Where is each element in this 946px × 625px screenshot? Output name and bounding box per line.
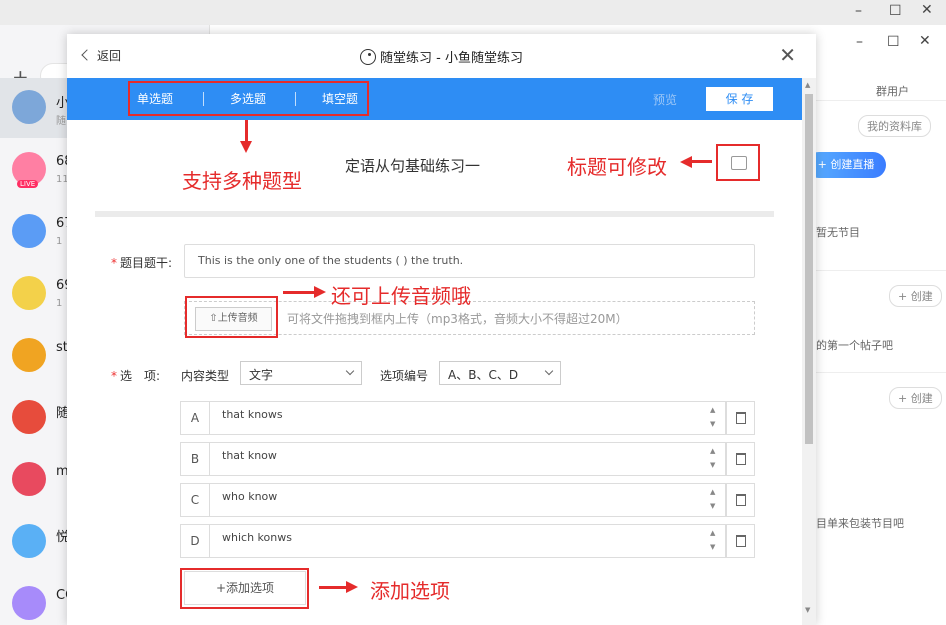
avatar	[12, 586, 46, 620]
trash-icon	[736, 412, 746, 424]
preview-button[interactable]: 预览	[653, 91, 677, 108]
save-button[interactable]: 保 存	[706, 87, 773, 111]
title-bar: – ☐ ✕	[0, 0, 946, 25]
quiz-title: 定语从句基础练习一	[345, 157, 481, 175]
annotation-arrow	[690, 160, 712, 163]
practice-editor-dialog: 返回 随堂练习 - 小鱼随堂练习 ✕ 单选题 多选题 填空题 预览 保 存 ▲ …	[67, 34, 816, 625]
divider	[816, 100, 946, 101]
option-input[interactable]: which konws	[210, 524, 726, 558]
numbering-select[interactable]: A、B、C、D	[439, 361, 561, 385]
avatar	[12, 338, 46, 372]
avatar	[12, 524, 46, 558]
numbering-label: 选项编号	[380, 369, 429, 383]
group-users-label[interactable]: 群用户	[876, 83, 909, 99]
annotation-box-add	[180, 568, 309, 609]
option-row: Bthat know ▲ ▼	[180, 442, 755, 476]
delete-option-button[interactable]	[726, 442, 755, 476]
scrollbar-thumb[interactable]	[805, 94, 813, 444]
annotation-types: 支持多种题型	[182, 169, 302, 193]
create-button[interactable]: + 创建	[889, 387, 942, 409]
annotation-box-title	[716, 144, 760, 181]
chat-preview: 1	[56, 298, 63, 309]
option-input[interactable]: that knows	[210, 401, 726, 435]
spinner-icon[interactable]: ▲ ▼	[710, 403, 715, 431]
annotation-arrow-head	[314, 286, 326, 298]
delete-option-button[interactable]	[726, 524, 755, 558]
scroll-down-icon[interactable]: ▼	[805, 606, 810, 614]
minimize-icon[interactable]: –	[855, 3, 862, 19]
option-letter: A	[180, 401, 210, 435]
first-post-text: 的第一个帖子吧	[816, 339, 893, 352]
dialog-header: 返回 随堂练习 - 小鱼随堂练习 ✕	[67, 34, 816, 78]
avatar	[12, 214, 46, 248]
annotation-box-types	[128, 81, 369, 116]
annotation-upload: 还可上传音频哦	[331, 284, 471, 308]
stem-input[interactable]: This is the only one of the students ( )…	[184, 244, 755, 278]
chevron-down-icon	[345, 366, 355, 376]
create-live-button[interactable]: + 创建直播	[806, 152, 886, 178]
option-letter: C	[180, 483, 210, 517]
upload-hint: 可将文件拖拽到框内上传（mp3格式，音频大小不得超过20M）	[287, 312, 628, 326]
chevron-down-icon	[544, 366, 554, 376]
options-label: * 选 项:	[111, 369, 161, 383]
trash-icon	[736, 494, 746, 506]
close-icon[interactable]: ✕	[921, 2, 933, 18]
annotation-box-upload	[185, 296, 278, 338]
annotation-arrow-head	[240, 141, 252, 153]
dialog-title: 随堂练习 - 小鱼随堂练习	[67, 47, 816, 66]
annotation-arrow	[283, 291, 315, 294]
close-icon[interactable]: ✕	[779, 43, 796, 67]
chat-preview: 随	[56, 116, 66, 127]
option-row: Dwhich konws ▲ ▼	[180, 524, 755, 558]
maximize-icon[interactable]: ☐	[887, 34, 900, 50]
content-type-select[interactable]: 文字	[240, 361, 362, 385]
trash-icon	[736, 535, 746, 547]
annotation-add-option: 添加选项	[370, 579, 450, 603]
annotation-arrow	[245, 120, 248, 142]
divider	[816, 372, 946, 373]
no-program-text: 暂无节目	[816, 226, 860, 239]
fish-logo-icon	[360, 49, 377, 65]
spinner-icon[interactable]: ▲ ▼	[710, 526, 715, 554]
stem-label: * 题目题干:	[111, 256, 173, 270]
annotation-arrow-head	[346, 581, 358, 593]
trash-icon	[736, 453, 746, 465]
avatar	[12, 462, 46, 496]
spinner-icon[interactable]: ▲ ▼	[710, 444, 715, 472]
live-badge: LIVE	[17, 180, 39, 188]
scroll-up-icon[interactable]: ▲	[805, 81, 810, 89]
pack-program-text: 目单来包装节目吧	[816, 517, 904, 530]
minimize-icon[interactable]: –	[856, 34, 863, 50]
divider	[816, 270, 946, 271]
section-divider	[95, 211, 774, 217]
option-input[interactable]: that know	[210, 442, 726, 476]
option-row: Cwho know ▲ ▼	[180, 483, 755, 517]
option-letter: D	[180, 524, 210, 558]
option-letter: B	[180, 442, 210, 476]
dialog-title-text: 随堂练习 - 小鱼随堂练习	[380, 51, 523, 66]
close-icon[interactable]: ✕	[919, 33, 931, 49]
chat-preview: 1	[56, 236, 63, 247]
annotation-title: 标题可修改	[567, 155, 667, 179]
my-library-select[interactable]: 我的资料库	[858, 115, 931, 137]
delete-option-button[interactable]	[726, 483, 755, 517]
option-input[interactable]: who know	[210, 483, 726, 517]
delete-option-button[interactable]	[726, 401, 755, 435]
avatar	[12, 400, 46, 434]
avatar	[12, 276, 46, 310]
annotation-arrow	[319, 586, 347, 589]
create-button[interactable]: + 创建	[889, 285, 942, 307]
content-type-label: 内容类型	[181, 369, 230, 383]
option-row: Athat knows ▲ ▼	[180, 401, 755, 435]
maximize-icon[interactable]: ☐	[889, 3, 902, 19]
spinner-icon[interactable]: ▲ ▼	[710, 485, 715, 513]
avatar	[12, 90, 46, 124]
